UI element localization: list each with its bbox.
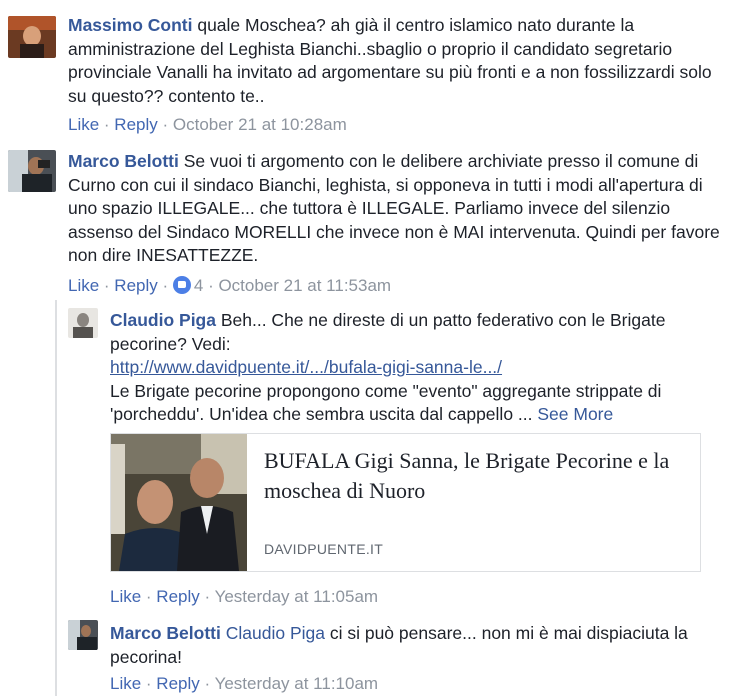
avatar-marco-belotti-small[interactable] xyxy=(68,620,98,650)
comment-body: Marco Belotti Se vuoi ti argomento con l… xyxy=(68,150,723,268)
comment-actions: Like · Reply · October 21 at 10:28am xyxy=(68,115,347,134)
reply-author[interactable]: Marco Belotti xyxy=(110,623,221,643)
reply-button[interactable]: Reply xyxy=(114,276,157,295)
reply-actions: Like · Reply · Yesterday at 11:10am xyxy=(110,674,379,693)
reply-button[interactable]: Reply xyxy=(156,587,199,606)
comment-author[interactable]: Massimo Conti xyxy=(68,15,192,35)
comment-author[interactable]: Marco Belotti xyxy=(68,151,179,171)
shared-link[interactable]: http://www.davidpuente.it/.../bufala-gig… xyxy=(110,357,502,377)
timestamp[interactable]: October 21 at 11:53am xyxy=(218,276,391,295)
like-reaction-icon xyxy=(172,276,191,294)
reply-body: Marco Belotti Claudio Piga ci si può pen… xyxy=(110,622,710,669)
avatar-marco-belotti[interactable] xyxy=(8,150,56,192)
link-preview-domain: DAVIDPUENTE.IT xyxy=(264,541,384,557)
link-preview-image[interactable] xyxy=(111,434,247,571)
see-more-link[interactable]: See More xyxy=(537,404,613,424)
like-button[interactable]: Like xyxy=(68,115,99,134)
reply-actions: Like · Reply · Yesterday at 11:05am xyxy=(110,587,379,606)
link-preview-card[interactable]: BUFALA Gigi Sanna, le Brigate Pecorine e… xyxy=(110,433,701,572)
avatar-claudio-piga[interactable] xyxy=(68,308,98,338)
reactions-count[interactable]: 4 xyxy=(172,276,203,295)
timestamp[interactable]: Yesterday at 11:05am xyxy=(215,587,379,606)
reply-body: Claudio Piga Beh... Che ne direste di un… xyxy=(110,309,670,427)
reply-thread-line xyxy=(55,300,57,696)
link-preview-title[interactable]: BUFALA Gigi Sanna, le Brigate Pecorine e… xyxy=(264,446,684,506)
comment-actions: Like · Reply · 4 · October 21 at 11:53am xyxy=(68,276,392,295)
comment-body: Massimo Conti quale Moschea? ah già il c… xyxy=(68,14,718,108)
reply-button[interactable]: Reply xyxy=(114,115,157,134)
like-button[interactable]: Like xyxy=(68,276,99,295)
timestamp[interactable]: Yesterday at 11:10am xyxy=(215,674,379,693)
reply-button[interactable]: Reply xyxy=(156,674,199,693)
like-button[interactable]: Like xyxy=(110,674,141,693)
avatar-massimo-conti[interactable] xyxy=(8,16,56,58)
timestamp[interactable]: October 21 at 10:28am xyxy=(173,115,347,134)
mention-link[interactable]: Claudio Piga xyxy=(226,623,325,643)
like-button[interactable]: Like xyxy=(110,587,141,606)
reply-author[interactable]: Claudio Piga xyxy=(110,310,216,330)
